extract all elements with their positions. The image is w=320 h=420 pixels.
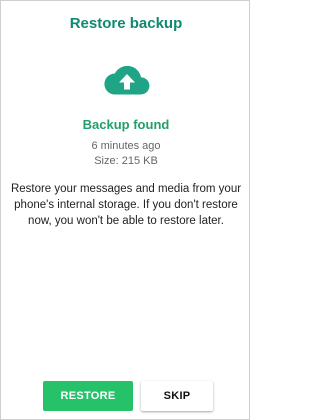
skip-button[interactable]: SKIP bbox=[141, 381, 213, 411]
backup-size: Size: 215 KB bbox=[94, 155, 158, 167]
backup-status: Backup found bbox=[82, 117, 170, 132]
restore-backup-screen: Restore backup Backup found 6 minutes ag… bbox=[0, 0, 250, 420]
restore-description: Restore your messages and media from you… bbox=[10, 183, 242, 227]
restore-button[interactable]: RESTORE bbox=[43, 381, 133, 411]
page-title: Restore backup bbox=[69, 15, 183, 32]
cloud-upload-icon bbox=[104, 63, 150, 97]
backup-time: 6 minutes ago bbox=[91, 140, 161, 152]
